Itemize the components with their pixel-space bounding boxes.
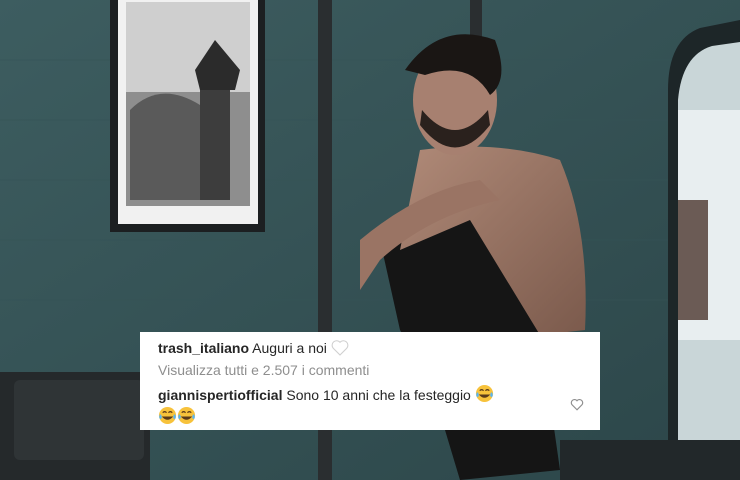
- comment-overlay: trash_italiano Auguri a noi Visualizza t…: [140, 332, 600, 430]
- comment-1: trash_italiano Auguri a noi: [158, 338, 582, 358]
- heart-outline-icon[interactable]: [570, 398, 584, 411]
- comment-username[interactable]: giannispertiofficial: [158, 387, 282, 403]
- comment-2: giannispertiofficial Sono 10 anni che la…: [158, 384, 566, 428]
- white-heart-icon: [331, 340, 349, 356]
- tears-of-joy-icon: [475, 384, 493, 403]
- tears-of-joy-icon: [158, 406, 177, 425]
- tears-of-joy-icon: [177, 406, 196, 425]
- comment-username[interactable]: trash_italiano: [158, 340, 249, 356]
- comment-text: Auguri a noi: [252, 340, 327, 356]
- view-all-comments-link[interactable]: Visualizza tutti e 2.507 i commenti: [158, 360, 582, 380]
- comment-text: Sono 10 anni che la festeggio: [286, 387, 471, 403]
